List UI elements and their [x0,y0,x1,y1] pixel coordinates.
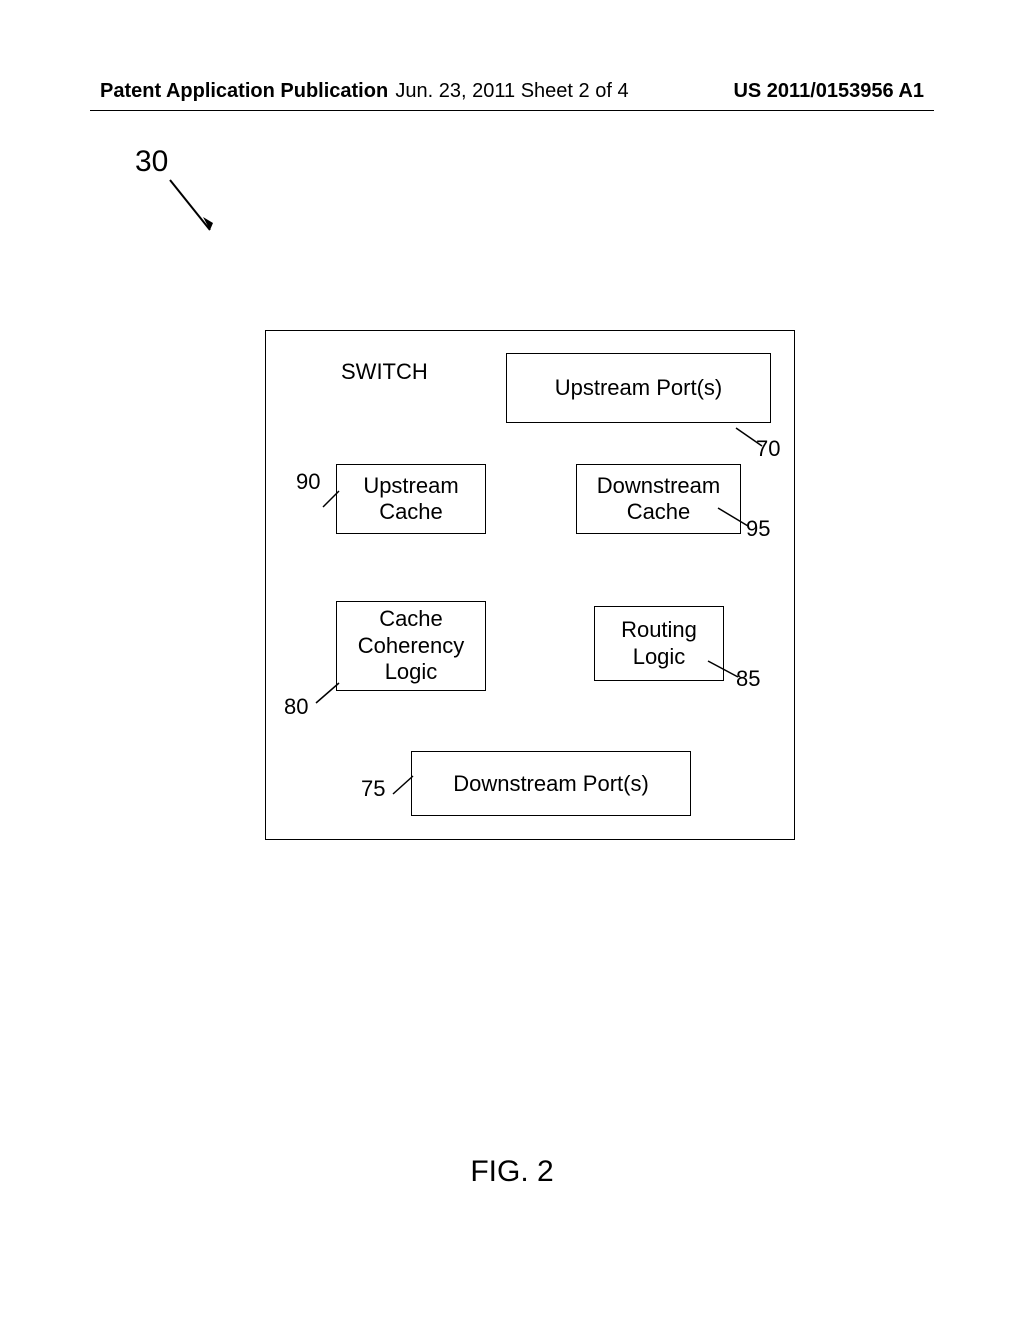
header-date-sheet: Jun. 23, 2011 Sheet 2 of 4 [395,80,628,103]
header-publication-number: US 2011/0153956 A1 [733,80,924,103]
reference-numeral-75: 75 [361,776,385,802]
cache-coherency-label: Cache Coherency Logic [358,606,464,685]
upstream-ports-block: Upstream Port(s) [506,353,771,423]
page-header: Patent Application Publication Jun. 23, … [0,80,1024,103]
reference-numeral-80: 80 [284,694,308,720]
cache-coherency-block: Cache Coherency Logic [336,601,486,691]
leader-line-icon [706,659,741,684]
leader-line-icon [321,489,341,514]
reference-numeral-90: 90 [296,469,320,495]
arrow-icon [165,175,225,245]
leader-line-icon [734,426,764,451]
leader-line-icon [716,506,751,531]
leader-line-icon [391,774,416,799]
reference-numeral-30: 30 [135,145,168,179]
routing-logic-label: Routing Logic [621,617,697,670]
leader-line-icon [314,681,344,706]
switch-block: SWITCH Upstream Port(s) 70 Upstream Cach… [265,330,795,840]
routing-logic-block: Routing Logic [594,606,724,681]
header-publication: Patent Application Publication [100,80,388,103]
downstream-ports-block: Downstream Port(s) [411,751,691,816]
switch-title: SWITCH [341,359,428,385]
downstream-ports-label: Downstream Port(s) [453,771,649,797]
upstream-cache-label: Upstream Cache [363,473,458,526]
header-divider [90,110,934,111]
upstream-cache-block: Upstream Cache [336,464,486,534]
figure-caption: FIG. 2 [470,1155,553,1189]
upstream-ports-label: Upstream Port(s) [555,375,722,401]
downstream-cache-label: Downstream Cache [597,473,720,526]
